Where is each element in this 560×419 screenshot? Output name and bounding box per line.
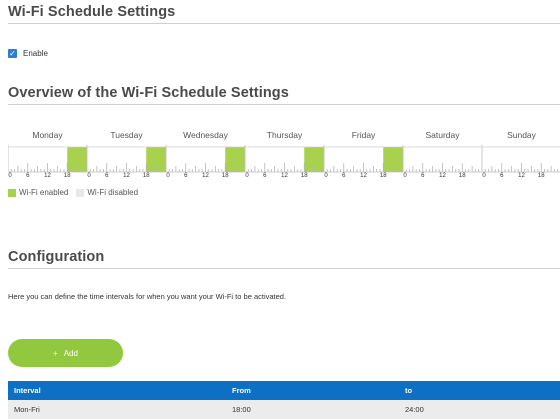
schedule-legend: Wi-Fi enabled Wi-Fi disabled [8,188,138,197]
hour-tick-label: 0 [324,173,328,179]
enable-label: Enable [23,49,48,58]
hour-tick-label: 0 [403,173,407,179]
hour-tick-label: 6 [26,173,30,179]
schedule-overview-chart: Monday Tuesday Wednesday Thursday Friday Satu… [8,130,560,180]
hour-tick-label: 0 [166,173,170,179]
hour-tick-label: 6 [500,173,504,179]
configuration-description: Here you can define the time intervals f… [8,292,287,301]
hour-tick-label: 6 [263,173,267,179]
legend-disabled-swatch [76,188,85,197]
add-button[interactable]: + Add [8,339,123,367]
section-title-wifi-schedule: Wi-Fi Schedule Settings [8,4,176,20]
hour-tick-label: 12 [518,173,525,179]
legend-disabled-label: Wi-Fi disabled [87,188,139,197]
enable-checkbox-row[interactable]: ✓ Enable [8,49,48,58]
divider [8,268,560,269]
hour-tick-label: 12 [44,173,51,179]
cell-to: 24:00 [405,405,424,414]
hour-tick-label: 6 [421,173,425,179]
hour-tick-label: 12 [281,173,288,179]
section-title-overview: Overview of the Wi-Fi Schedule Settings [8,85,289,101]
column-header-to[interactable]: to [405,381,412,400]
hour-tick-label: 0 [245,173,249,179]
hour-tick-label: 18 [379,173,387,179]
divider [8,23,560,24]
table-header: Interval From to [8,381,560,400]
legend-enabled-label: Wi-Fi enabled [19,188,69,197]
table-row[interactable]: Mon-Fri 18:00 24:00 [8,400,560,419]
interval-table: Interval From to Mon-Fri 18:00 24:00 [8,381,560,419]
schedule-strip [8,145,560,173]
hour-tick-label: 6 [184,173,188,179]
hour-tick-label: 0 [8,173,12,179]
hour-tick-label: 12 [202,173,209,179]
hour-tick-label: 18 [537,173,545,179]
hour-tick-label: 12 [439,173,446,179]
hour-tick-label: 18 [63,173,71,179]
hour-tick-label: 18 [142,173,150,179]
hour-tick-label: 18 [458,173,466,179]
divider [8,104,560,105]
section-title-configuration: Configuration [8,249,105,265]
hour-tick-label: 18 [221,173,229,179]
hour-tick-label: 6 [342,173,346,179]
hour-tick-label: 12 [360,173,367,179]
column-header-interval[interactable]: Interval [14,381,41,400]
add-button-label: Add [63,348,78,358]
enable-checkbox[interactable]: ✓ [8,49,17,58]
column-header-from[interactable]: From [232,381,251,400]
legend-enabled-swatch [8,188,16,197]
cell-interval: Mon-Fri [14,405,40,414]
checkmark-icon: ✓ [9,49,16,58]
hour-tick-label: 0 [87,173,91,179]
hour-tick-label: 6 [105,173,109,179]
hour-tick-label: 12 [123,173,130,179]
hour-tick-label: 0 [482,173,486,179]
cell-from: 18:00 [232,405,251,414]
plus-icon: + [53,348,58,358]
hour-tick-label: 18 [300,173,308,179]
